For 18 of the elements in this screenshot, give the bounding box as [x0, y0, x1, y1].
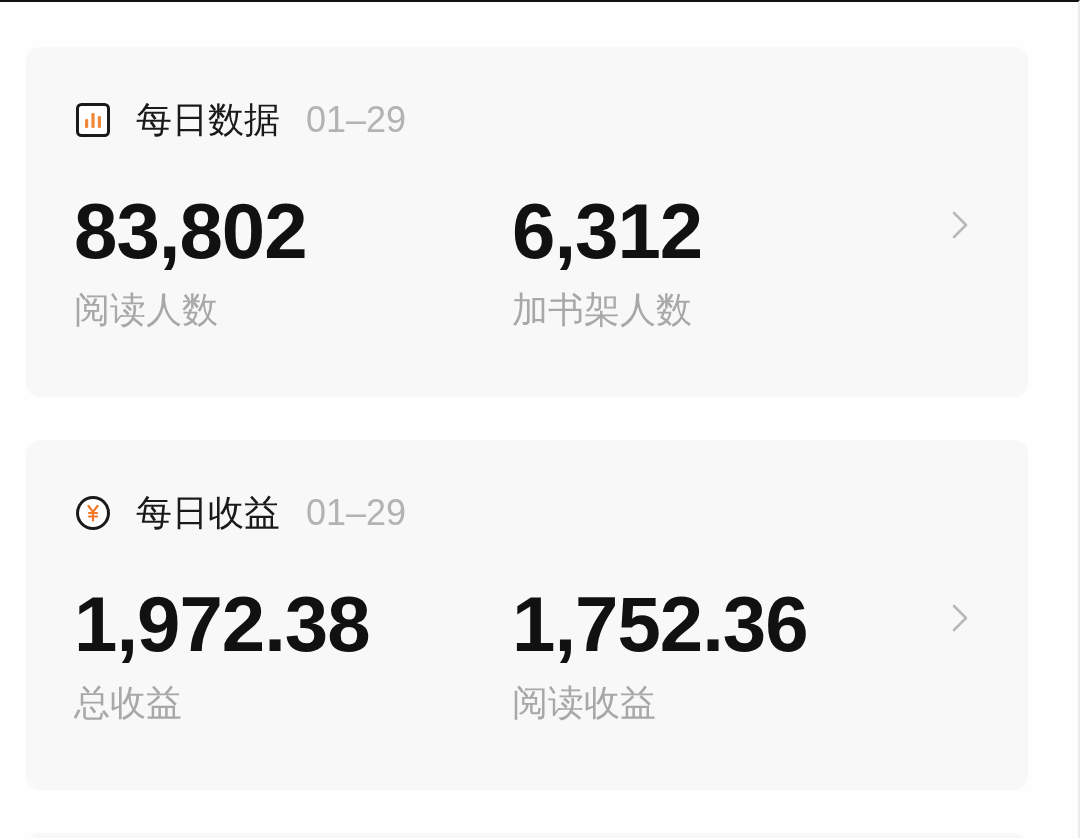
- yen-coin-icon: [76, 496, 110, 530]
- chevron-right-icon[interactable]: [952, 604, 968, 632]
- metric-label: 加书架人数: [512, 288, 692, 332]
- chevron-right-icon[interactable]: [952, 211, 968, 239]
- date-text: 01–29: [306, 100, 407, 140]
- metric-value: 6,312: [512, 191, 703, 271]
- metric-label: 阅读收益: [512, 681, 656, 725]
- date-text: 01–29: [306, 493, 407, 533]
- metric-value: 1,972.38: [74, 584, 370, 664]
- metric-value: 1,752.36: [512, 584, 808, 664]
- metric-label: 总收益: [74, 681, 182, 725]
- stats-card[interactable]: 每日收益 01–29 1,972.38 总收益 1,752.36 阅读收益: [26, 440, 1028, 790]
- stats-card[interactable]: 每日数据 01–29 83,802 阅读人数 6,312 加书架人数: [26, 47, 1028, 397]
- card-title: 每日收益: [136, 493, 280, 533]
- card-title: 每日数据: [136, 100, 280, 140]
- metric-label: 阅读人数: [74, 288, 218, 332]
- metric-value: 83,802: [74, 191, 307, 271]
- bar-chart-icon: [76, 103, 110, 137]
